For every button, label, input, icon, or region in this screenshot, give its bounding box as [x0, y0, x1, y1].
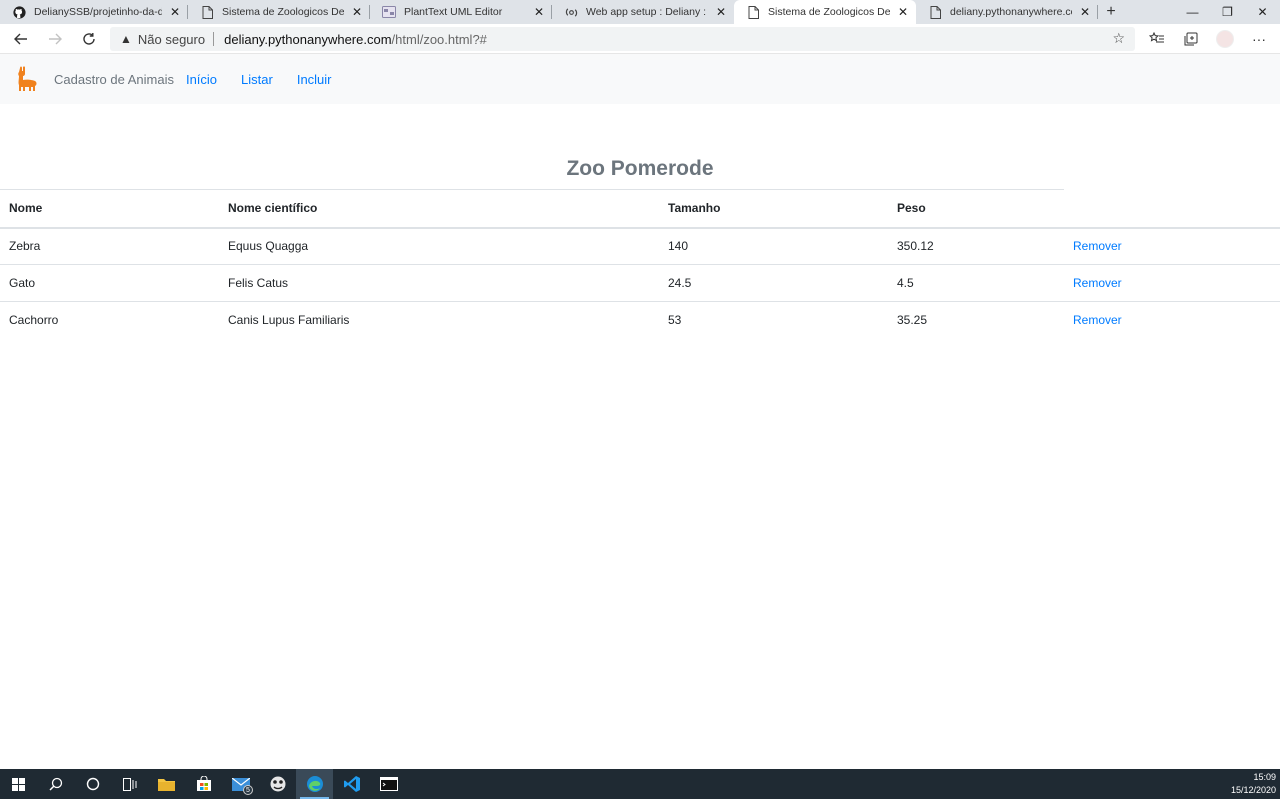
browser-tab[interactable]: PlantText UML Editor ✕ [370, 0, 552, 24]
cell-actions: Remover [1064, 302, 1280, 339]
page-title: Zoo Pomerode [566, 157, 714, 180]
minimize-icon[interactable]: — [1175, 0, 1210, 24]
table-row: Cachorro Canis Lupus Familiaris 53 35.25… [0, 302, 1280, 339]
tab-title: DelianySSB/projetinho-da-deli: S [34, 6, 162, 18]
remove-link[interactable]: Remover [1073, 313, 1122, 327]
page-icon [746, 5, 760, 19]
url-path: /html/zoo.html?# [391, 31, 487, 47]
tab-title: Sistema de Zoologicos Deliany [768, 6, 890, 18]
column-header-peso: Peso [888, 189, 1064, 229]
browser-tab[interactable]: DelianySSB/projetinho-da-deli: S ✕ [0, 0, 188, 24]
clock-time: 15:09 [1253, 772, 1276, 782]
llama-logo-icon[interactable] [12, 64, 42, 94]
task-view-icon[interactable] [111, 769, 148, 799]
table-row: Zebra Equus Quagga 140 350.12 Remover [0, 227, 1280, 265]
browser-tab-active[interactable]: Sistema de Zoologicos Deliany ✕ [734, 0, 916, 24]
browser-tab-strip: DelianySSB/projetinho-da-deli: S ✕ Siste… [0, 0, 1280, 24]
favorite-star-icon[interactable]: ☆ [1112, 30, 1125, 47]
cell-tamanho: 53 [668, 313, 682, 328]
game-controller-icon[interactable] [259, 769, 296, 799]
restore-icon[interactable]: ❐ [1210, 0, 1245, 24]
tab-title: deliany.pythonanywhere.com/lis [950, 6, 1072, 18]
cell-nome: Cachorro [9, 313, 59, 328]
more-menu-icon[interactable]: ··· [1242, 24, 1276, 54]
close-icon[interactable]: ✕ [350, 5, 364, 19]
terminal-icon[interactable] [370, 769, 407, 799]
refresh-icon[interactable] [72, 24, 106, 54]
close-icon[interactable]: ✕ [714, 5, 728, 19]
cell-peso: 4.5 [888, 264, 1064, 302]
favorites-icon[interactable] [1140, 24, 1174, 54]
search-icon[interactable] [37, 769, 74, 799]
brand-title[interactable]: Cadastro de Animais [54, 72, 174, 87]
column-header-actions [1064, 189, 1280, 229]
file-explorer-icon[interactable] [148, 769, 185, 799]
warning-icon[interactable]: ▲ [120, 32, 132, 46]
close-icon[interactable]: ✕ [896, 5, 910, 19]
browser-tab[interactable]: deliany.pythonanywhere.com/lis ✕ [916, 0, 1098, 24]
system-clock[interactable]: 15:09 15/12/2020 [1231, 771, 1276, 797]
windows-taskbar: 5 15:09 15/12/2020 [0, 769, 1280, 799]
page-content: Cadastro de Animais Início Listar Inclui… [0, 54, 1280, 769]
profile-avatar[interactable] [1208, 24, 1242, 54]
animals-table: Nome Nome científico Tamanho Peso Zebra … [0, 189, 1280, 339]
cell-peso: 35.25 [897, 313, 928, 328]
edge-browser-icon[interactable] [296, 769, 333, 799]
table-header-row: Nome Nome científico Tamanho Peso [0, 189, 1280, 229]
url-host: deliany.pythonanywhere.com [224, 31, 392, 47]
cell-nome: Zebra [0, 227, 219, 265]
close-icon[interactable]: ✕ [532, 5, 546, 19]
nav-link-listar[interactable]: Listar [241, 72, 285, 87]
collections-icon[interactable] [1174, 24, 1208, 54]
cell-tamanho: 24.5 [659, 264, 888, 302]
column-header-tamanho: Tamanho [659, 189, 888, 229]
cell-peso: 350.12 [888, 227, 1064, 265]
cell-nome: Gato [0, 264, 219, 302]
cell-nome-cientifico: Felis Catus [219, 264, 659, 302]
window-controls: — ❐ ✕ [1175, 0, 1280, 24]
close-icon[interactable]: ✕ [1078, 5, 1092, 19]
close-icon[interactable]: ✕ [168, 5, 182, 19]
remove-link[interactable]: Remover [1073, 239, 1122, 253]
remove-link[interactable]: Remover [1073, 276, 1122, 290]
cell-actions: Remover [1064, 264, 1280, 302]
new-tab-button[interactable]: + [1098, 0, 1124, 24]
cortana-icon[interactable] [74, 769, 111, 799]
tab-title: Sistema de Zoologicos Deliany [222, 6, 344, 18]
address-bar[interactable]: ▲ Não seguro deliany.pythonanywhere.com /… [110, 27, 1135, 51]
browser-tab[interactable]: Web app setup : Deliany : Python ✕ [552, 0, 734, 24]
cell-actions: Remover [1064, 227, 1280, 265]
forward-icon[interactable] [38, 24, 72, 54]
back-icon[interactable] [4, 24, 38, 54]
browser-toolbar: ▲ Não seguro deliany.pythonanywhere.com /… [0, 24, 1280, 54]
page-icon [928, 5, 942, 19]
browser-tab[interactable]: Sistema de Zoologicos Deliany ✕ [188, 0, 370, 24]
security-label[interactable]: Não seguro [138, 32, 205, 47]
site-navbar: Cadastro de Animais Início Listar Inclui… [0, 54, 1280, 104]
cell-nome-cientifico: Equus Quagga [219, 227, 659, 265]
avatar [1216, 30, 1234, 48]
windows-start-icon[interactable] [0, 769, 37, 799]
pythonanywhere-icon [564, 5, 578, 19]
tab-title: PlantText UML Editor [404, 6, 503, 18]
nav-link-incluir[interactable]: Incluir [297, 72, 344, 87]
mail-badge: 5 [243, 785, 253, 795]
cell-nome-cientifico: Canis Lupus Familiaris [228, 313, 350, 328]
column-header-nome: Nome [0, 189, 219, 229]
vscode-icon[interactable] [333, 769, 370, 799]
table-row: Gato Felis Catus 24.5 4.5 Remover [0, 264, 1280, 302]
toolbar-right-buttons: ··· [1140, 24, 1276, 54]
column-header-nome-cientifico: Nome científico [219, 189, 659, 229]
tab-title: Web app setup : Deliany : Python [586, 6, 708, 18]
page-icon [200, 5, 214, 19]
nav-link-inicio[interactable]: Início [186, 72, 229, 87]
store-icon[interactable] [185, 769, 222, 799]
planttext-icon [382, 5, 396, 19]
mail-icon[interactable]: 5 [222, 769, 259, 799]
cell-tamanho: 140 [659, 227, 888, 265]
close-window-icon[interactable]: ✕ [1245, 0, 1280, 24]
github-icon [12, 5, 26, 19]
clock-date: 15/12/2020 [1230, 785, 1276, 795]
